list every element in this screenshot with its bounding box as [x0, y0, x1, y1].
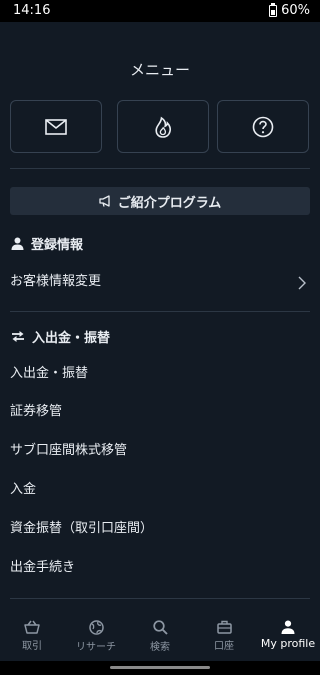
section-title: 登録情報 [31, 237, 84, 253]
page-title: メニュー [129, 61, 190, 79]
flame-icon [155, 116, 171, 138]
tab-my-profile[interactable]: My profile [256, 611, 320, 661]
divider [10, 311, 310, 312]
tab-label: リサーチ [76, 642, 116, 653]
header: メニュー [0, 22, 320, 88]
mail-button[interactable] [10, 100, 102, 153]
tab-label: My profile [260, 637, 316, 650]
battery-level: 60% [281, 3, 310, 18]
battery-icon [269, 2, 278, 17]
globe-icon [88, 620, 104, 635]
menu-item-sub-account-stock-transfer[interactable]: サブ口座間株式移管 [10, 441, 127, 461]
basket-icon [24, 620, 40, 634]
menu-item-deposit[interactable]: 入金 [10, 480, 36, 500]
search-icon [152, 620, 168, 635]
person-icon [281, 620, 295, 634]
status-bar: 14:16 60% [0, 0, 320, 22]
tab-trade[interactable]: 取引 [0, 611, 64, 661]
menu-item-fund-transfer[interactable]: 資金振替（取引口座間） [10, 519, 153, 539]
tab-research[interactable]: リサーチ [64, 611, 128, 661]
bottom-navigation: 取引 リサーチ 検索 口座 My profile [0, 611, 320, 661]
help-icon [252, 116, 274, 137]
home-indicator[interactable] [110, 666, 210, 669]
battery-indicator: 60% [269, 2, 310, 18]
status-time: 14:16 [13, 3, 51, 18]
system-nav-bar [0, 661, 320, 675]
referral-label: ご紹介プログラム [117, 195, 222, 211]
tab-account[interactable]: 口座 [192, 611, 256, 661]
section-registration: 登録情報 [11, 233, 83, 253]
person-icon [11, 237, 24, 250]
menu-item-securities-transfer[interactable]: 証券移管 [10, 402, 62, 422]
chevron-right-icon [298, 276, 306, 290]
popular-button[interactable] [117, 100, 209, 153]
referral-program-button[interactable]: ご紹介プログラム [10, 187, 310, 215]
section-title: 入出金・振替 [32, 330, 111, 346]
tab-search[interactable]: 検索 [128, 611, 192, 661]
briefcase-icon [216, 620, 232, 634]
megaphone-icon [99, 195, 110, 207]
menu-item-customer-info-change[interactable]: お客様情報変更 [10, 272, 101, 292]
tab-label: 口座 [214, 641, 234, 652]
tab-label: 取引 [22, 641, 42, 652]
tab-label: 検索 [150, 642, 170, 653]
divider [10, 168, 310, 169]
divider [10, 598, 310, 599]
menu-item-withdrawal[interactable]: 出金手続き [10, 558, 75, 578]
mail-icon [45, 118, 67, 135]
help-button[interactable] [217, 100, 309, 153]
transfer-arrows-icon [12, 330, 24, 342]
menu-item-deposit-withdraw-transfer[interactable]: 入出金・振替 [10, 364, 88, 384]
section-transfer: 入出金・振替 [11, 326, 110, 346]
